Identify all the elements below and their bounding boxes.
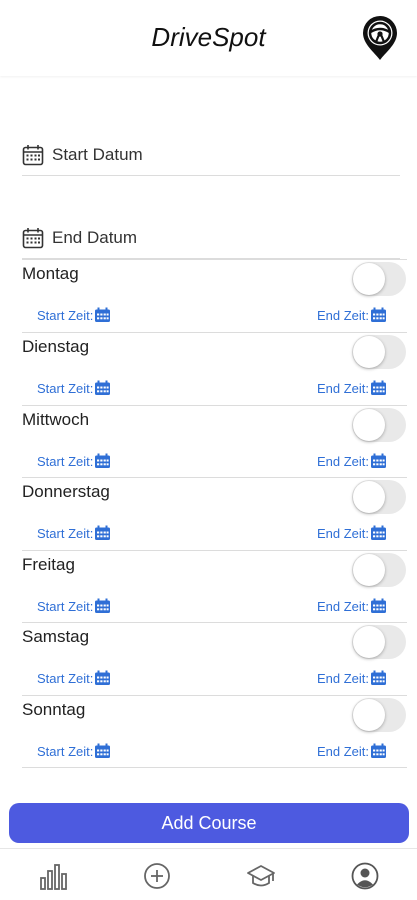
- calendar-icon: [371, 525, 387, 540]
- bottom-tab-bar: [0, 848, 417, 900]
- add-course-button[interactable]: Add Course: [9, 803, 409, 843]
- calendar-icon: [95, 307, 111, 322]
- day-toggle[interactable]: [352, 335, 406, 369]
- start-time-label: Start Zeit:: [37, 453, 94, 469]
- day-toggle[interactable]: [352, 553, 406, 587]
- end-time-button[interactable]: End Zeit:: [317, 379, 387, 397]
- start-date-field[interactable]: Start Datum: [22, 136, 400, 176]
- day-name: Montag: [22, 264, 79, 283]
- end-time-button[interactable]: End Zeit:: [317, 524, 387, 542]
- day-row: Freitag Start Zeit: End Zeit:: [22, 550, 407, 623]
- calendar-icon: [95, 380, 111, 395]
- toggle-knob: [353, 409, 385, 441]
- start-date-label: Start Datum: [52, 145, 143, 164]
- start-time-button[interactable]: Start Zeit:: [37, 742, 111, 760]
- day-name: Freitag: [22, 555, 75, 574]
- calendar-icon: [371, 307, 387, 322]
- calendar-icon: [95, 670, 111, 685]
- day-row: Samstag Start Zeit: End Zeit:: [22, 622, 407, 695]
- end-time-label: End Zeit:: [317, 525, 370, 541]
- bar-chart-icon[interactable]: [38, 861, 68, 891]
- day-toggle[interactable]: [352, 408, 406, 442]
- toggle-knob: [353, 481, 385, 513]
- calendar-icon: [95, 453, 111, 468]
- day-name: Donnerstag: [22, 482, 110, 501]
- toggle-knob: [353, 336, 385, 368]
- user-circle-icon[interactable]: [350, 861, 380, 891]
- start-time-label: Start Zeit:: [37, 307, 94, 323]
- end-time-button[interactable]: End Zeit:: [317, 742, 387, 760]
- day-name: Dienstag: [22, 337, 90, 356]
- app-title: DriveSpot: [151, 22, 266, 52]
- toggle-knob: [353, 263, 385, 295]
- start-time-button[interactable]: Start Zeit:: [37, 597, 111, 615]
- toggle-knob: [353, 626, 385, 658]
- calendar-icon: [22, 228, 44, 249]
- calendar-icon: [371, 380, 387, 395]
- end-time-button[interactable]: End Zeit:: [317, 597, 387, 615]
- toggle-knob: [353, 699, 385, 731]
- divider: [22, 767, 407, 768]
- calendar-icon: [371, 598, 387, 613]
- day-row: Montag Start Zeit: End Zeit:: [22, 259, 407, 332]
- start-time-button[interactable]: Start Zeit:: [37, 379, 111, 397]
- end-time-label: End Zeit:: [317, 670, 370, 686]
- end-time-label: End Zeit:: [317, 307, 370, 323]
- calendar-icon: [371, 670, 387, 685]
- calendar-icon: [371, 743, 387, 758]
- day-toggle[interactable]: [352, 625, 406, 659]
- plus-circle-icon[interactable]: [142, 861, 172, 891]
- end-time-button[interactable]: End Zeit:: [317, 669, 387, 687]
- day-row: Sonntag Start Zeit: End Zeit:: [22, 695, 407, 768]
- day-name: Sonntag: [22, 700, 86, 719]
- graduation-cap-icon[interactable]: [246, 861, 276, 891]
- end-time-button[interactable]: End Zeit:: [317, 306, 387, 324]
- day-row: Donnerstag Start Zeit: End Zeit:: [22, 477, 407, 550]
- end-time-button[interactable]: End Zeit:: [317, 452, 387, 470]
- calendar-icon: [95, 743, 111, 758]
- end-date-field[interactable]: End Datum: [22, 219, 400, 259]
- calendar-icon: [22, 145, 44, 166]
- app-header: DriveSpot: [0, 0, 417, 76]
- start-time-button[interactable]: Start Zeit:: [37, 452, 111, 470]
- day-row: Mittwoch Start Zeit: End Zeit:: [22, 405, 407, 478]
- end-date-label: End Datum: [52, 228, 138, 247]
- day-name: Mittwoch: [22, 410, 90, 429]
- end-time-label: End Zeit:: [317, 453, 370, 469]
- day-row: Dienstag Start Zeit: End Zeit:: [22, 332, 407, 405]
- start-time-button[interactable]: Start Zeit:: [37, 306, 111, 324]
- day-toggle[interactable]: [352, 262, 406, 296]
- start-time-button[interactable]: Start Zeit:: [37, 524, 111, 542]
- day-toggle[interactable]: [352, 480, 406, 514]
- calendar-icon: [95, 525, 111, 540]
- steering-wheel-pin-icon[interactable]: [360, 14, 400, 62]
- end-time-label: End Zeit:: [317, 380, 370, 396]
- start-time-button[interactable]: Start Zeit:: [37, 669, 111, 687]
- toggle-knob: [353, 554, 385, 586]
- end-time-label: End Zeit:: [317, 598, 370, 614]
- start-time-label: Start Zeit:: [37, 670, 94, 686]
- end-time-label: End Zeit:: [317, 743, 370, 759]
- calendar-icon: [95, 598, 111, 613]
- start-time-label: Start Zeit:: [37, 380, 94, 396]
- calendar-icon: [371, 453, 387, 468]
- day-name: Samstag: [22, 627, 90, 646]
- start-time-label: Start Zeit:: [37, 525, 94, 541]
- start-time-label: Start Zeit:: [37, 743, 94, 759]
- day-toggle[interactable]: [352, 698, 406, 732]
- start-time-label: Start Zeit:: [37, 598, 94, 614]
